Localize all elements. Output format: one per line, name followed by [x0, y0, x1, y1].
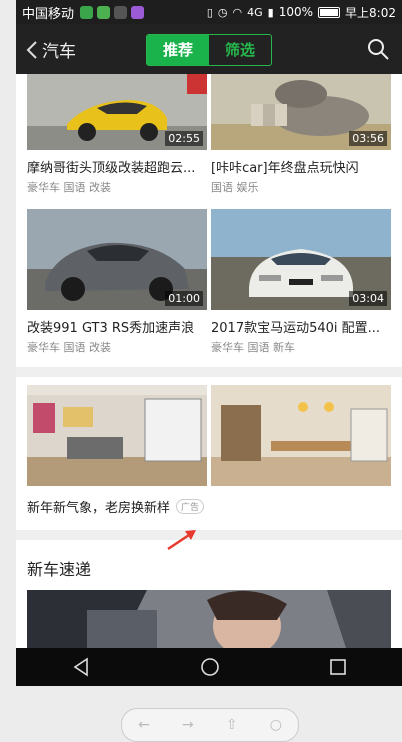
thumbnail-image: [27, 590, 391, 651]
phone-screen: 中国移动 ▯ ◷ ◠ 4G ▮ 100% 早上8:02 汽车 推荐 筛选 02:…: [16, 0, 402, 686]
carrier-label: 中国移动: [22, 6, 75, 22]
back-button[interactable]: 汽车: [26, 37, 76, 62]
video-thumbnail[interactable]: 01:00: [27, 209, 207, 310]
section-title: 新车速递: [27, 560, 92, 579]
nav-home-icon[interactable]: [200, 657, 220, 677]
browser-toolbar: ← → ⇧ ○: [121, 708, 299, 742]
tab-recommend[interactable]: 推荐: [147, 35, 209, 65]
video-row: 02:55 摩纳哥街头顶级改装超跑云... 豪华车 国语 改装 03:56 [咔…: [16, 74, 402, 195]
thumbnail-image: [27, 385, 207, 486]
browser-user-icon[interactable]: ○: [270, 717, 282, 733]
annotation-arrow-icon: [167, 530, 196, 551]
video-duration: 03:56: [349, 131, 387, 146]
video-title[interactable]: 2017款宝马运动540i 配置...: [211, 317, 391, 336]
battery-icon: [318, 6, 341, 18]
app-notification-icon: [131, 5, 145, 19]
system-nav-bar: [16, 648, 402, 686]
video-thumbnail[interactable]: 03:04: [211, 209, 391, 310]
video-tags: 豪华车 国语 新车: [211, 341, 295, 354]
status-bar: 中国移动 ▯ ◷ ◠ 4G ▮ 100% 早上8:02: [16, 0, 402, 24]
video-row: 01:00 改装991 GT3 RS秀加速声浪 豪华车 国语 改装 03:04 …: [16, 209, 402, 355]
app-notification-icon: [80, 5, 94, 19]
ad-caption[interactable]: 新年新气象，老房换新样 广告: [16, 486, 402, 516]
notification-icons: [80, 5, 145, 19]
search-icon: [368, 39, 389, 60]
nav-back-icon[interactable]: [71, 657, 91, 677]
video-thumbnail[interactable]: 02:55: [27, 74, 207, 150]
video-title[interactable]: 改装991 GT3 RS秀加速声浪: [27, 317, 207, 336]
ad-image[interactable]: [211, 385, 391, 486]
section-divider: [16, 367, 402, 377]
video-duration: 03:04: [349, 291, 387, 306]
video-duration: 01:00: [165, 291, 203, 306]
clock: 早上8:02: [345, 5, 396, 20]
vibrate-icon: ▯: [206, 5, 213, 19]
browser-share-icon[interactable]: ⇧: [226, 717, 238, 733]
status-right: ▯ ◷ ◠ 4G ▮ 100% 早上8:02: [207, 4, 402, 21]
video-card[interactable]: 01:00 改装991 GT3 RS秀加速声浪 豪华车 国语 改装: [27, 209, 207, 355]
browser-back-icon[interactable]: ←: [138, 717, 150, 733]
message-notification-icon: [114, 5, 128, 19]
ad-badge: 广告: [176, 499, 205, 514]
browser-forward-icon[interactable]: →: [182, 717, 194, 733]
ad-images[interactable]: [16, 385, 402, 486]
battery-percent: 100%: [278, 5, 314, 19]
wifi-icon: ◠: [232, 5, 243, 19]
nav-recent-icon[interactable]: [329, 658, 347, 676]
video-card[interactable]: 03:04 2017款宝马运动540i 配置... 豪华车 国语 新车: [211, 209, 391, 355]
video-thumbnail[interactable]: 03:56: [211, 74, 391, 150]
app-navbar: 汽车 推荐 筛选: [16, 24, 402, 74]
back-chevron-icon: [26, 40, 37, 59]
section-divider: [16, 530, 402, 540]
video-title[interactable]: 摩纳哥街头顶级改装超跑云...: [27, 157, 207, 176]
network-type: 4G: [247, 5, 263, 19]
video-card[interactable]: 02:55 摩纳哥街头顶级改装超跑云... 豪华车 国语 改装: [27, 74, 207, 195]
video-tags: 国语 娱乐: [211, 181, 259, 194]
video-duration: 02:55: [165, 131, 203, 146]
tab-switch: 推荐 筛选: [146, 34, 272, 66]
ad-title[interactable]: 新年新气象，老房换新样: [27, 497, 170, 516]
alarm-icon: ◷: [217, 5, 228, 19]
ad-image[interactable]: [27, 385, 207, 486]
tab-filter[interactable]: 筛选: [209, 35, 271, 65]
video-tags: 豪华车 国语 改装: [27, 181, 111, 194]
video-thumbnail[interactable]: [27, 590, 391, 651]
signal-icon: ▮: [267, 5, 274, 19]
video-title[interactable]: [咔咔car]年终盘点玩快闪: [211, 157, 391, 176]
back-label: 汽车: [42, 42, 76, 62]
video-feed: 02:55 摩纳哥街头顶级改装超跑云... 豪华车 国语 改装 03:56 [咔…: [16, 74, 402, 651]
thumbnail-image: [211, 385, 391, 486]
search-button[interactable]: [366, 37, 390, 65]
video-tags: 豪华车 国语 改装: [27, 341, 111, 354]
video-card[interactable]: 03:56 [咔咔car]年终盘点玩快闪 国语 娱乐: [211, 74, 391, 195]
app-notification-icon: [97, 5, 111, 19]
